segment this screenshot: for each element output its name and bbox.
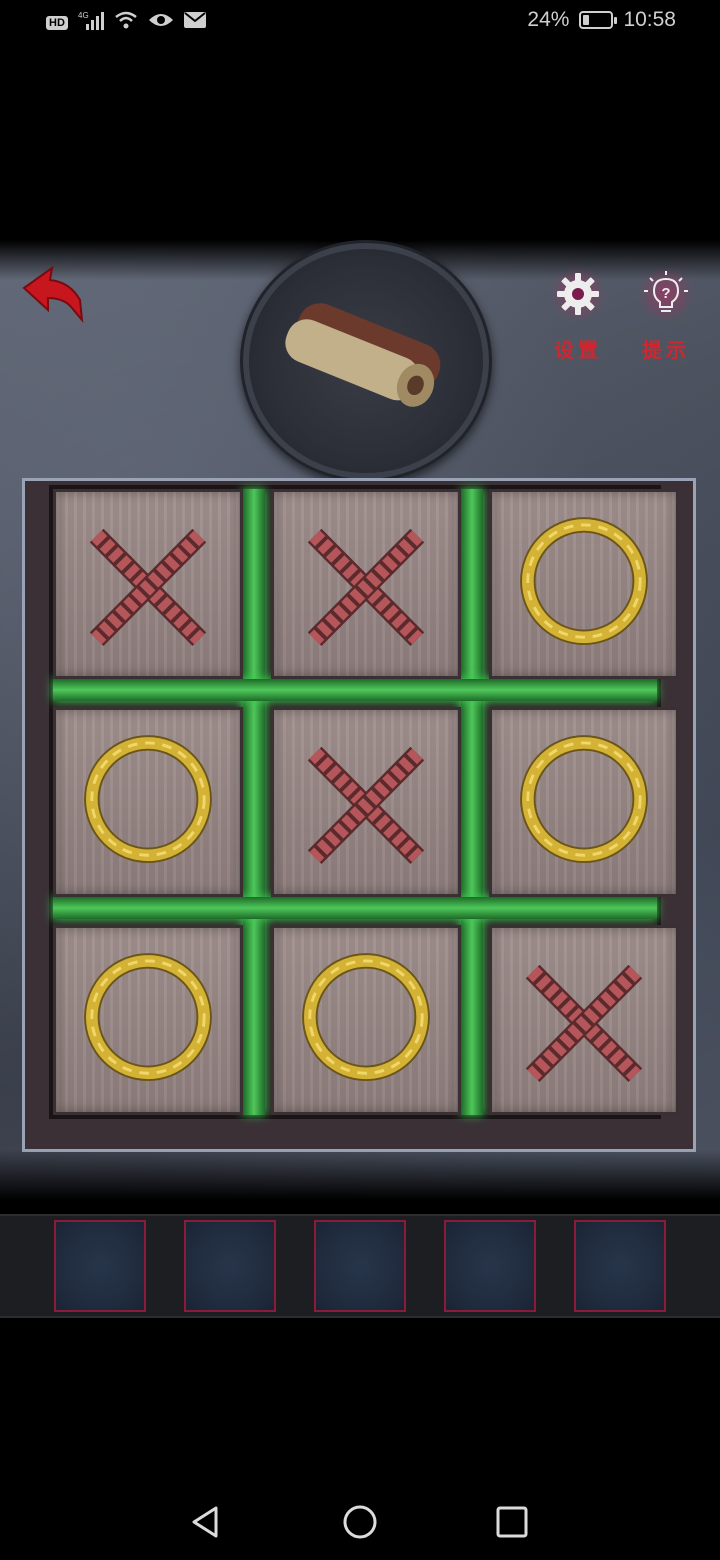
inventory-bar	[0, 1214, 720, 1318]
svg-text:?: ?	[661, 285, 670, 302]
grid-line	[53, 679, 657, 701]
nav-back-button[interactable]	[184, 1500, 228, 1544]
triangle-back-icon	[192, 1506, 218, 1538]
inventory-slot-4[interactable]	[444, 1220, 536, 1312]
mail-icon	[183, 11, 206, 34]
board-frame	[22, 478, 696, 1152]
lightbulb-icon: ?	[638, 266, 694, 322]
back-arrow-icon	[22, 265, 84, 324]
x-mark-icon	[307, 746, 425, 865]
board-cell-1-2[interactable]	[271, 489, 461, 679]
x-mark-icon	[525, 964, 643, 1083]
clock: 10:58	[623, 8, 676, 31]
game-scene: 设置 ? 提示	[0, 240, 720, 1200]
inventory-slot-1[interactable]	[54, 1220, 146, 1312]
x-mark-icon	[89, 528, 207, 647]
back-button[interactable]	[18, 260, 88, 330]
settings-label: 设置	[554, 338, 602, 362]
inventory-slot-2[interactable]	[184, 1220, 276, 1312]
scroll-item-display[interactable]	[240, 240, 492, 482]
navigation-bar	[0, 1480, 720, 1560]
grid-line	[243, 489, 265, 1115]
battery-icon	[579, 11, 618, 29]
battery-fill	[583, 15, 590, 25]
scroll-icon	[285, 303, 441, 407]
signal-icon: 4G	[78, 10, 104, 35]
o-mark-icon	[84, 735, 212, 864]
board-cell-2-1[interactable]	[53, 707, 243, 897]
wifi-icon	[114, 10, 138, 35]
board-cell-2-3[interactable]	[489, 707, 679, 897]
eye-icon	[148, 11, 174, 34]
board-cell-2-2[interactable]	[271, 707, 461, 897]
board-cell-3-1[interactable]	[53, 925, 243, 1115]
status-bar: HD 4G 24% 10:58	[0, 0, 720, 44]
status-icons-right: 24% 10:58	[527, 8, 676, 32]
gear-icon	[550, 266, 606, 322]
settings-button[interactable]: 设置	[543, 266, 613, 363]
square-recents-icon	[496, 1506, 528, 1538]
hint-button[interactable]: ? 提示	[631, 266, 701, 363]
o-mark-icon	[520, 735, 648, 864]
tic-tac-toe-board	[49, 485, 679, 1119]
board-cell-1-3[interactable]	[489, 489, 679, 679]
inventory-slot-5[interactable]	[574, 1220, 666, 1312]
hd-badge: HD	[46, 15, 68, 30]
o-mark-icon	[84, 953, 212, 1082]
hint-label: 提示	[642, 338, 690, 362]
network-type-label: 4G	[78, 11, 89, 20]
status-icons-left: HD 4G	[46, 10, 206, 35]
grid-line	[461, 489, 483, 1115]
battery-percent: 24%	[527, 8, 570, 31]
board-cell-3-2[interactable]	[271, 925, 461, 1115]
inventory-slot-3[interactable]	[314, 1220, 406, 1312]
x-mark-icon	[307, 528, 425, 647]
grid-line	[53, 897, 657, 919]
nav-home-button[interactable]	[338, 1500, 382, 1544]
o-mark-icon	[520, 517, 648, 646]
board-cell-3-3[interactable]	[489, 925, 679, 1115]
nav-recents-button[interactable]	[490, 1500, 534, 1544]
board-cell-1-1[interactable]	[53, 489, 243, 679]
circle-home-icon	[343, 1505, 377, 1539]
o-mark-icon	[302, 953, 430, 1082]
